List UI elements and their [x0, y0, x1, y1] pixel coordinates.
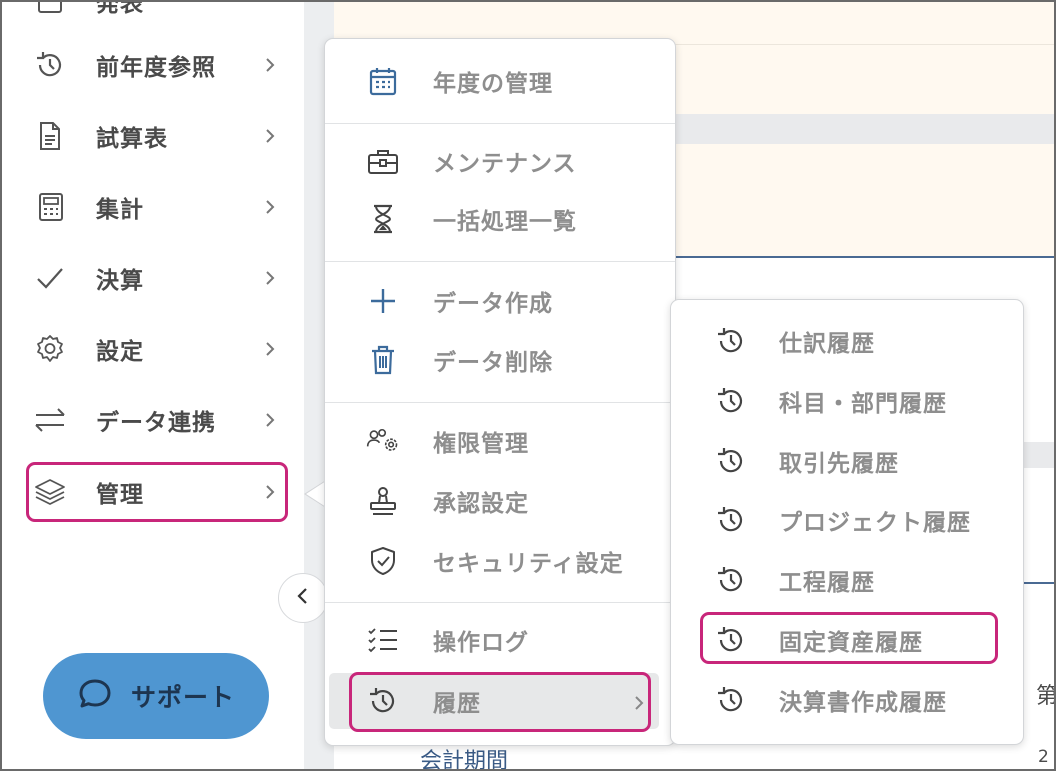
menu-item-label: 操作ログ — [433, 630, 529, 656]
highlight-frame — [26, 462, 288, 522]
sidebar-item-settings[interactable]: 設定 — [30, 324, 286, 374]
menu-item-approval-settings[interactable]: 承認設定 — [325, 473, 675, 529]
partial-icon — [30, 2, 70, 17]
sidebar-item-trial-balance[interactable]: 試算表 — [30, 111, 286, 161]
history-icon — [713, 504, 749, 536]
calculator-icon — [30, 191, 70, 223]
menu-pointer — [306, 481, 326, 507]
menu-item-label: セキュリティ設定 — [433, 551, 624, 577]
plus-icon — [365, 285, 401, 317]
menu-item-operation-log[interactable]: 操作ログ — [325, 612, 675, 668]
sidebar-item-partial[interactable]: 発表 — [30, 0, 286, 26]
submenu-item-journal-history[interactable]: 仕訳履歴 — [671, 312, 1023, 370]
sidebar-item-label: データ連携 — [96, 410, 216, 436]
menu-item-permissions[interactable]: 権限管理 — [325, 413, 675, 469]
menu-divider — [325, 261, 675, 262]
side-text: 2 — [1038, 747, 1049, 767]
sidebar: 発表 前年度参照 試算表 集計 決算 設定 データ連携 管理 サポート — [2, 2, 304, 769]
history-icon — [713, 564, 749, 596]
menu-item-label: 一括処理一覧 — [433, 209, 577, 235]
submenu-item-label: 科目・部門履歴 — [779, 391, 947, 417]
checklist-icon — [365, 624, 401, 656]
sidebar-item-label: 発表 — [96, 0, 144, 17]
management-menu: 年度の管理 メンテナンス 一括処理一覧 データ作成 データ削除 権限管理 承認設… — [324, 38, 676, 746]
submenu-item-account-dept-history[interactable]: 科目・部門履歴 — [671, 372, 1023, 430]
calendar-icon — [365, 65, 401, 97]
sidebar-item-totals[interactable]: 集計 — [30, 182, 286, 232]
shield-check-icon — [365, 545, 401, 577]
support-label: サポート — [130, 683, 235, 712]
menu-item-batch-list[interactable]: 一括処理一覧 — [325, 191, 675, 247]
document-icon — [30, 120, 70, 152]
trash-icon — [365, 344, 401, 376]
sidebar-item-closing[interactable]: 決算 — [30, 253, 286, 303]
chevron-right-icon — [264, 54, 276, 80]
chevron-right-icon — [264, 409, 276, 435]
app-window: 会計期間 第 2 発表 前年度参照 試算表 集計 決算 設定 データ連携 管理 … — [0, 0, 1056, 771]
menu-item-label: 年度の管理 — [433, 71, 553, 97]
sidebar-item-label: 試算表 — [96, 126, 168, 152]
menu-item-label: 承認設定 — [433, 491, 529, 517]
toolbox-icon — [365, 145, 401, 177]
sidebar-item-label: 設定 — [96, 339, 144, 365]
stamp-icon — [365, 485, 401, 517]
chat-bubble-icon — [77, 676, 113, 716]
menu-item-maintenance[interactable]: メンテナンス — [325, 133, 675, 189]
menu-item-delete-data[interactable]: データ削除 — [325, 332, 675, 388]
history-submenu: 仕訳履歴 科目・部門履歴 取引先履歴 プロジェクト履歴 工程履歴 固定資産履歴 … — [670, 299, 1024, 745]
menu-item-security-settings[interactable]: セキュリティ設定 — [325, 533, 675, 589]
sidebar-item-previous-year[interactable]: 前年度参照 — [30, 40, 286, 90]
history-icon — [713, 385, 749, 417]
check-icon — [30, 262, 70, 294]
menu-divider — [325, 402, 675, 403]
menu-item-create-data[interactable]: データ作成 — [325, 273, 675, 329]
menu-divider — [325, 602, 675, 603]
sidebar-item-data-link[interactable]: データ連携 — [30, 395, 286, 445]
chevron-right-icon — [264, 125, 276, 151]
submenu-item-financial-statement-history[interactable]: 決算書作成履歴 — [671, 671, 1023, 729]
sidebar-item-label: 決算 — [96, 268, 144, 294]
history-icon — [713, 325, 749, 357]
submenu-item-project-history[interactable]: プロジェクト履歴 — [671, 491, 1023, 549]
hourglass-icon — [365, 203, 401, 235]
sidebar-item-label: 集計 — [96, 197, 144, 223]
submenu-item-label: プロジェクト履歴 — [779, 510, 971, 536]
submenu-item-label: 仕訳履歴 — [779, 331, 875, 357]
collapse-sidebar-button[interactable] — [278, 573, 328, 623]
chevron-right-icon — [264, 338, 276, 364]
chevron-right-icon — [264, 196, 276, 222]
menu-item-label: データ作成 — [433, 291, 553, 317]
period-label[interactable]: 会計期間 — [420, 743, 508, 769]
history-icon — [713, 445, 749, 477]
submenu-item-label: 決算書作成履歴 — [779, 690, 947, 716]
users-gear-icon — [365, 425, 401, 457]
menu-item-label: メンテナンス — [433, 151, 577, 177]
submenu-item-process-history[interactable]: 工程履歴 — [671, 551, 1023, 609]
menu-item-label: データ削除 — [433, 350, 553, 376]
gear-icon — [30, 333, 70, 365]
submenu-item-label: 工程履歴 — [779, 570, 875, 596]
history-icon — [713, 684, 749, 716]
highlight-frame — [700, 612, 998, 664]
menu-item-fiscal-year[interactable]: 年度の管理 — [325, 53, 675, 109]
support-button[interactable]: サポート — [43, 653, 269, 739]
chevron-left-icon — [296, 586, 310, 610]
side-text: 第 — [1036, 684, 1056, 709]
submenu-item-partner-history[interactable]: 取引先履歴 — [671, 432, 1023, 490]
exchange-icon — [30, 404, 70, 436]
menu-item-label: 権限管理 — [433, 431, 529, 457]
highlight-frame — [349, 672, 651, 732]
chevron-right-icon — [264, 267, 276, 293]
submenu-item-label: 取引先履歴 — [779, 451, 899, 477]
sidebar-item-label: 前年度参照 — [96, 55, 216, 81]
menu-divider — [325, 123, 675, 124]
history-icon — [30, 49, 70, 81]
